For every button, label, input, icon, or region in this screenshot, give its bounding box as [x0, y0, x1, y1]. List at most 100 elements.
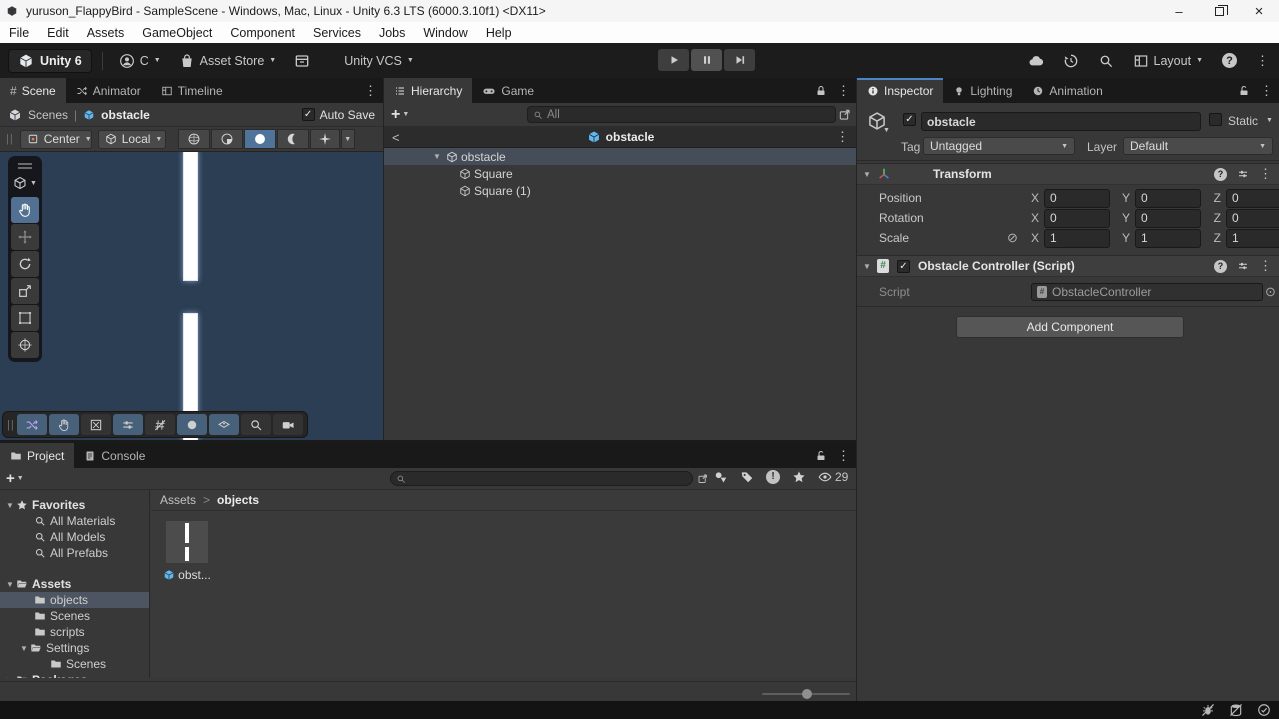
menu-component[interactable]: Component	[221, 26, 304, 40]
active-checkbox[interactable]: ✓	[903, 113, 916, 126]
cache-server-disabled-icon[interactable]	[1229, 703, 1243, 717]
hidden-count-toggle[interactable]: 29	[818, 470, 848, 484]
tool-context-dropdown[interactable]: ▼	[11, 173, 39, 196]
menu-jobs[interactable]: Jobs	[370, 26, 414, 40]
progress-check-icon[interactable]	[1257, 703, 1271, 717]
restore-button[interactable]	[1199, 0, 1239, 22]
foldout-icon[interactable]: ▼	[431, 152, 443, 161]
settings-button[interactable]	[112, 414, 143, 435]
scene-search-button[interactable]	[240, 414, 271, 435]
visibility-toggle[interactable]	[243, 129, 276, 149]
tree-all-prefabs[interactable]: All Prefabs	[0, 545, 149, 561]
tab-animator[interactable]: Animator	[66, 78, 151, 103]
menu-edit[interactable]: Edit	[38, 26, 78, 40]
pause-button[interactable]	[691, 49, 722, 71]
tab-lighting[interactable]: Lighting	[943, 78, 1022, 103]
scale-x-input[interactable]	[1045, 229, 1109, 247]
shuffle-button[interactable]	[16, 414, 47, 435]
tree-item-square-1[interactable]: Square (1)	[384, 182, 857, 199]
tree-scripts[interactable]: scripts	[0, 624, 149, 640]
close-button[interactable]: ×	[1239, 0, 1279, 22]
tree-objects[interactable]: objects	[0, 592, 149, 608]
component-kebab-icon[interactable]: ⋮	[1259, 166, 1272, 182]
tree-packages[interactable]: ▶ Packages	[0, 672, 149, 678]
component-enabled-checkbox[interactable]: ✓	[897, 259, 910, 273]
hierarchy-kebab-icon[interactable]: ⋮	[837, 83, 850, 99]
transform-tool-button[interactable]	[11, 332, 39, 358]
tab-project[interactable]: Project	[0, 443, 75, 468]
drag-handle-icon[interactable]: ||	[6, 133, 14, 145]
presets-icon[interactable]	[1237, 260, 1249, 272]
rect-tool-button[interactable]	[11, 305, 39, 331]
filter-label-icon[interactable]	[740, 470, 754, 484]
rotation-z-input[interactable]	[1227, 209, 1279, 227]
rotation-x-input[interactable]	[1045, 209, 1109, 227]
search-icon[interactable]	[1098, 53, 1114, 69]
toolbar-kebab-icon[interactable]: ⋮	[1256, 53, 1269, 69]
static-checkbox[interactable]: ✓	[1209, 113, 1222, 126]
tab-timeline[interactable]: Timeline	[151, 78, 233, 103]
overlay-drag-handle[interactable]	[11, 159, 39, 173]
menu-assets[interactable]: Assets	[78, 26, 134, 40]
scale-y-input[interactable]	[1136, 229, 1200, 247]
create-dropdown[interactable]: + ▼	[6, 470, 24, 487]
foldout-icon[interactable]: ▼	[861, 170, 873, 179]
script-object-field[interactable]: # ObstacleController	[1031, 283, 1263, 301]
minimize-button[interactable]: –	[1159, 0, 1199, 22]
auto-save-toggle[interactable]: ✓ Auto Save	[301, 108, 375, 122]
filter-type-icon[interactable]	[714, 470, 728, 484]
play-button[interactable]	[658, 49, 689, 71]
position-y-input[interactable]	[1136, 189, 1200, 207]
thumbnail-size-slider[interactable]	[762, 689, 850, 699]
help-icon[interactable]: ?	[1222, 53, 1237, 68]
tree-assets[interactable]: ▼ Assets	[0, 576, 149, 592]
draw-mode-toggle[interactable]	[177, 129, 210, 149]
component-kebab-icon[interactable]: ⋮	[1259, 258, 1272, 274]
save-search-icon[interactable]	[838, 108, 852, 122]
tree-item-square[interactable]: Square	[384, 165, 857, 182]
hierarchy-search[interactable]	[527, 106, 836, 123]
gameobject-name-input[interactable]	[922, 113, 1200, 130]
object-picker-icon[interactable]: ⊙	[1265, 284, 1276, 300]
foldout-icon[interactable]: ▼	[18, 644, 30, 653]
tab-console[interactable]: Console	[74, 443, 155, 468]
lock-open-icon[interactable]	[1238, 85, 1250, 97]
breadcrumb-current[interactable]: objects	[217, 493, 259, 507]
position-z-input[interactable]	[1227, 189, 1279, 207]
help-icon[interactable]: ?	[1214, 259, 1227, 273]
tree-all-models[interactable]: All Models	[0, 529, 149, 545]
tab-game[interactable]: Game	[472, 78, 544, 103]
tree-item-obstacle[interactable]: ▼ obstacle	[384, 148, 857, 165]
tree-favorites[interactable]: ▼ Favorites	[0, 497, 149, 513]
breadcrumb-root[interactable]: Scenes	[28, 108, 68, 122]
tree-settings-scenes[interactable]: Scenes	[0, 656, 149, 672]
add-component-button[interactable]: Add Component	[956, 316, 1184, 338]
debugger-detached-icon[interactable]	[1201, 703, 1215, 717]
view-tool-button[interactable]	[11, 197, 39, 223]
filter-importance-icon[interactable]: !	[766, 470, 780, 484]
menu-gameobject[interactable]: GameObject	[133, 26, 221, 40]
project-kebab-icon[interactable]: ⋮	[837, 448, 850, 464]
transform-header[interactable]: ▼ Transform ? ⋮	[857, 163, 1279, 185]
tab-hierarchy[interactable]: Hierarchy	[384, 78, 473, 103]
tree-settings[interactable]: ▼ Settings	[0, 640, 149, 656]
layers-button[interactable]	[208, 414, 239, 435]
breadcrumb-root[interactable]: Assets	[160, 493, 196, 507]
layout-dropdown[interactable]: Layout ▼	[1133, 53, 1203, 69]
tab-inspector[interactable]: Inspector	[857, 78, 944, 103]
breadcrumb-current[interactable]: obstacle	[101, 108, 150, 122]
save-search-icon[interactable]	[697, 473, 709, 485]
grid-visibility-button[interactable]	[144, 414, 175, 435]
account-dropdown[interactable]: C ▼	[119, 53, 161, 69]
menu-window[interactable]: Window	[414, 26, 476, 40]
scale-tool-button[interactable]	[11, 278, 39, 304]
asset-item-label[interactable]: obst...	[159, 568, 215, 582]
menu-file[interactable]: File	[0, 26, 38, 40]
drag-handle-icon[interactable]: ||	[7, 419, 15, 431]
scale-z-input[interactable]	[1227, 229, 1279, 247]
chevron-down-icon[interactable]: ▼	[883, 127, 890, 134]
effects-dropdown[interactable]: ▼	[340, 129, 355, 149]
favorites-star-icon[interactable]	[792, 470, 806, 484]
slider-handle[interactable]	[802, 689, 812, 699]
camera-button[interactable]	[272, 414, 303, 435]
